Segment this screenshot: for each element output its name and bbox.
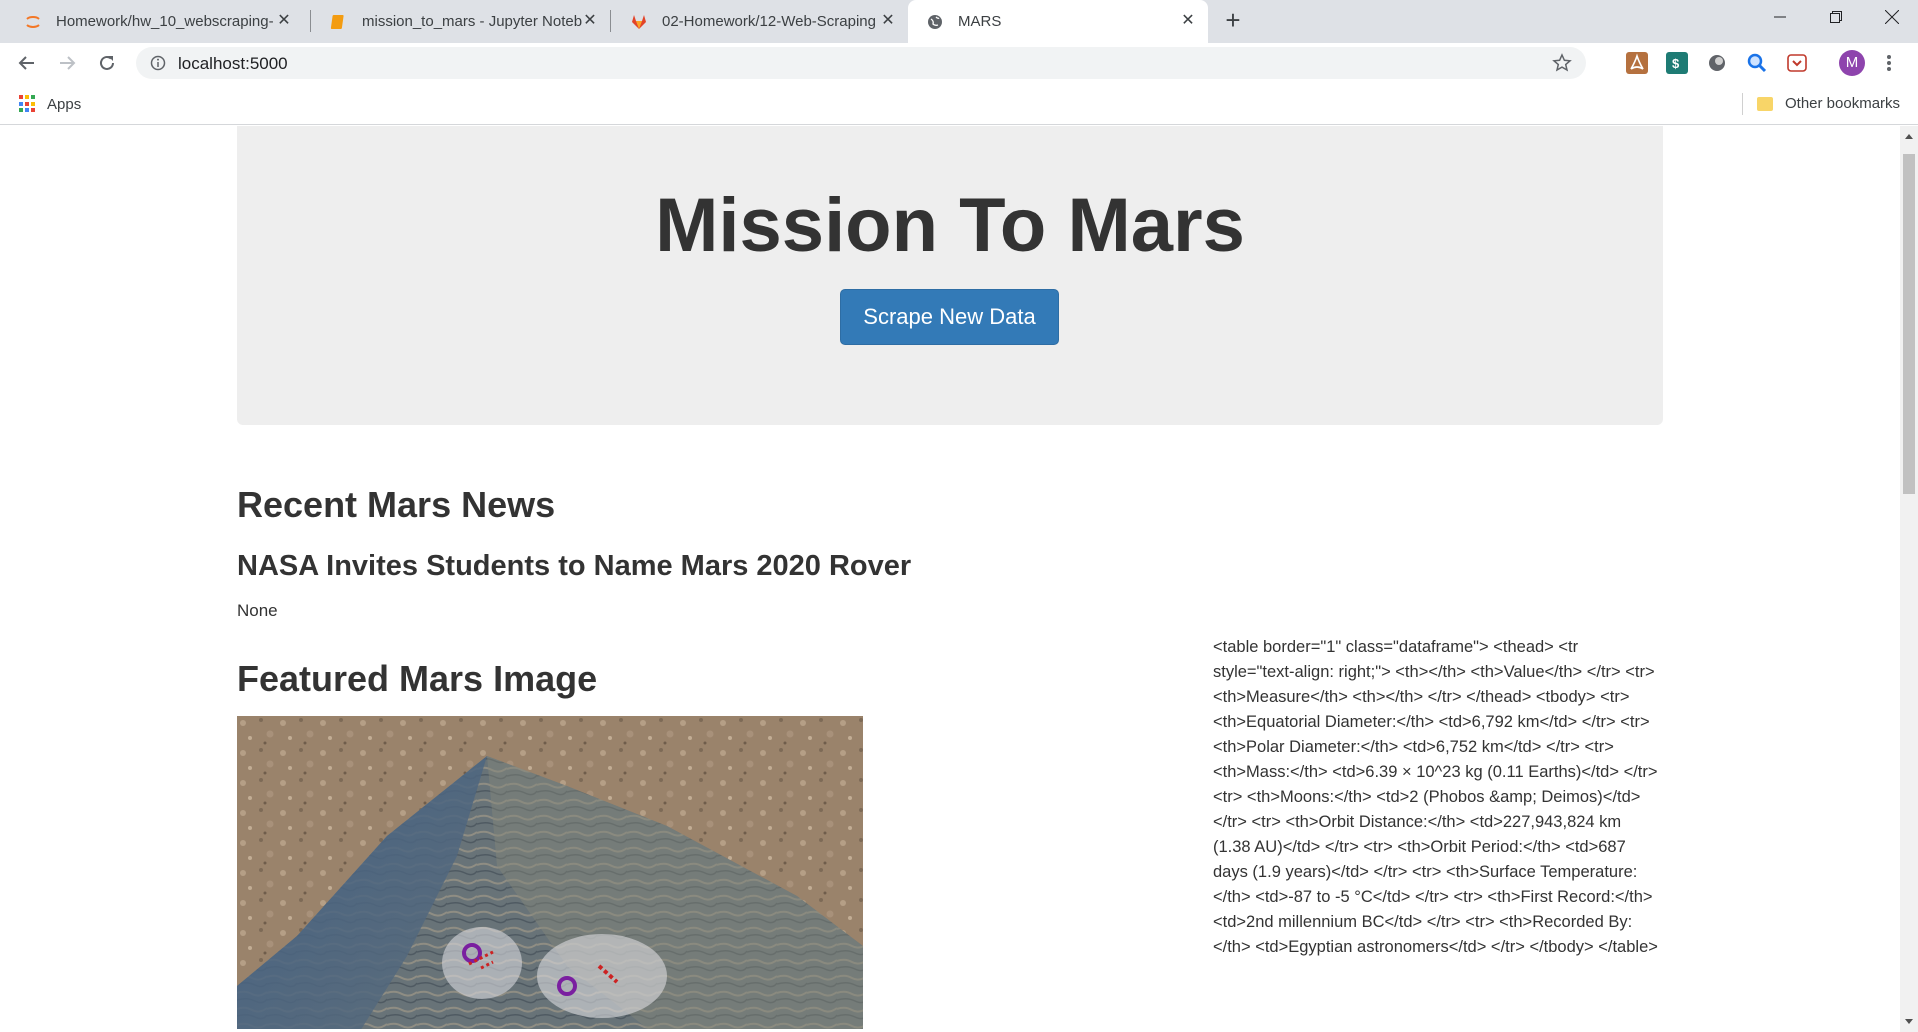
news-title: NASA Invites Students to Name Mars 2020 …: [237, 550, 912, 582]
tab-mars-active[interactable]: MARS ✕: [908, 0, 1208, 43]
tab-notebook[interactable]: mission_to_mars - Jupyter Noteb ✕: [312, 0, 610, 43]
info-icon[interactable]: [150, 55, 166, 71]
tab-title: mission_to_mars - Jupyter Noteb: [362, 13, 583, 30]
restore-icon[interactable]: [1808, 0, 1864, 34]
tab-title: 02-Homework/12-Web-Scraping: [662, 13, 876, 30]
close-tab-icon[interactable]: ✕: [1178, 11, 1198, 31]
forward-icon[interactable]: [53, 49, 81, 77]
acrobat-extension-icon[interactable]: [1626, 52, 1648, 74]
bookmarks-bar: Apps Other bookmarks: [0, 83, 1918, 125]
menu-kebab-icon[interactable]: [1885, 52, 1893, 74]
page-viewport[interactable]: Mission To Mars Scrape New Data Recent M…: [0, 126, 1900, 1029]
tab-gitlab[interactable]: 02-Homework/12-Web-Scraping ✕: [612, 0, 908, 43]
page-title: Mission To Mars: [655, 183, 1245, 268]
sheets-extension-icon[interactable]: $: [1666, 52, 1688, 74]
news-paragraph: None: [237, 601, 278, 620]
profile-avatar[interactable]: M: [1839, 50, 1865, 76]
jupyter-icon: [24, 13, 42, 31]
minimize-icon[interactable]: [1752, 0, 1808, 34]
tab-strip: Homework/hw_10_webscraping- ✕ mission_to…: [0, 0, 1918, 43]
tab-title: MARS: [958, 13, 1002, 30]
scroll-down-arrow-icon[interactable]: [1905, 1019, 1913, 1024]
bookmark-apps-label: Apps: [47, 95, 82, 113]
magnifier-extension-icon[interactable]: [1746, 52, 1768, 74]
jumbotron: Mission To Mars Scrape New Data: [237, 126, 1663, 425]
close-tab-icon[interactable]: ✕: [580, 11, 600, 31]
tab-jupyter-homework[interactable]: Homework/hw_10_webscraping- ✕: [6, 0, 304, 43]
globe-icon: [926, 13, 944, 31]
url-text: localhost:5000: [178, 54, 288, 73]
featured-image-heading: Featured Mars Image: [237, 658, 598, 699]
new-tab-button[interactable]: +: [1218, 6, 1248, 36]
svg-text:$: $: [1672, 56, 1680, 71]
scroll-up-arrow-icon[interactable]: [1905, 134, 1913, 139]
news-section-heading: Recent Mars News: [237, 484, 556, 525]
bookmark-other[interactable]: Other bookmarks: [1757, 95, 1900, 112]
close-tab-icon[interactable]: ✕: [878, 11, 898, 31]
page-scrollbar[interactable]: [1900, 126, 1918, 1032]
mars-facts-table-html: <table border="1" class="dataframe"> <th…: [1213, 638, 1658, 956]
scrape-new-data-button[interactable]: Scrape New Data: [840, 289, 1059, 345]
folder-icon: [1757, 96, 1773, 111]
bookmark-star-icon[interactable]: [1552, 53, 1572, 73]
back-icon[interactable]: [13, 49, 41, 77]
pocket-extension-icon[interactable]: [1786, 52, 1808, 74]
gitlab-icon: [630, 13, 648, 31]
close-window-icon[interactable]: [1864, 0, 1918, 34]
bookmark-other-label: Other bookmarks: [1785, 95, 1901, 112]
circle-extension-icon[interactable]: [1706, 52, 1728, 74]
bookmark-apps[interactable]: Apps: [19, 95, 81, 113]
address-bar[interactable]: localhost:5000: [136, 47, 1586, 79]
featured-mars-image: [237, 716, 863, 1029]
notebook-icon: [330, 13, 348, 31]
scroll-thumb[interactable]: [1903, 154, 1915, 494]
apps-grid-icon: [19, 95, 37, 113]
close-tab-icon[interactable]: ✕: [274, 11, 294, 31]
browser-toolbar: localhost:5000 $ M: [0, 43, 1918, 83]
reload-icon[interactable]: [93, 49, 121, 77]
tab-title: Homework/hw_10_webscraping-: [56, 13, 274, 30]
